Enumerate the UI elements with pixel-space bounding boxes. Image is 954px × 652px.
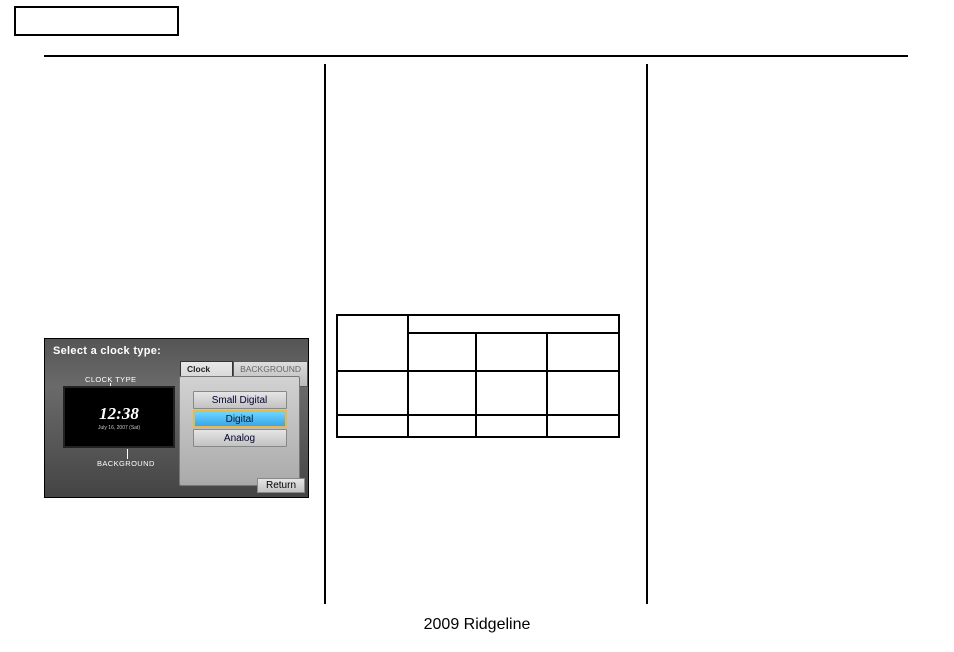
table-subhead-3 <box>547 333 619 371</box>
clock-preview: 12:38 July 16, 2007 (Sat) <box>63 386 175 448</box>
table-head-left <box>337 315 408 371</box>
preview-date: July 16, 2007 (Sat) <box>98 425 140 431</box>
table-cell <box>408 415 476 437</box>
table-cell <box>547 371 619 415</box>
table-subhead-1 <box>408 333 476 371</box>
table-head-span <box>408 315 619 333</box>
option-analog[interactable]: Analog <box>193 429 287 447</box>
background-label: BACKGROUND <box>97 459 155 468</box>
clock-type-screenshot: Select a clock type: CLOCK TYPE 12:38 Ju… <box>44 338 309 498</box>
table-cell <box>547 415 619 437</box>
column-divider-1 <box>324 64 326 604</box>
clock-options-panel: Small Digital Digital Analog <box>179 376 300 486</box>
column-1: Select a clock type: CLOCK TYPE 12:38 Ju… <box>44 64 316 604</box>
leader-line-2 <box>127 449 128 459</box>
preview-time: 12:38 <box>99 404 139 424</box>
option-digital[interactable]: Digital <box>193 410 287 428</box>
table-subhead-2 <box>476 333 547 371</box>
column-3 <box>658 64 908 604</box>
column-divider-2 <box>646 64 648 604</box>
page-footer: 2009 Ridgeline <box>0 616 954 634</box>
spec-table <box>336 314 620 438</box>
table-cell <box>408 371 476 415</box>
option-small-digital[interactable]: Small Digital <box>193 391 287 409</box>
header-box <box>14 6 179 36</box>
top-rule <box>44 55 908 57</box>
screenshot-title: Select a clock type: <box>53 345 161 357</box>
table-cell <box>337 371 408 415</box>
return-button[interactable]: Return <box>257 478 305 493</box>
table-cell <box>476 371 547 415</box>
column-2 <box>336 64 642 604</box>
main-columns: Select a clock type: CLOCK TYPE 12:38 Ju… <box>44 64 908 604</box>
table-cell <box>337 415 408 437</box>
screenshot-panel: Select a clock type: CLOCK TYPE 12:38 Ju… <box>44 338 309 498</box>
table-cell <box>476 415 547 437</box>
